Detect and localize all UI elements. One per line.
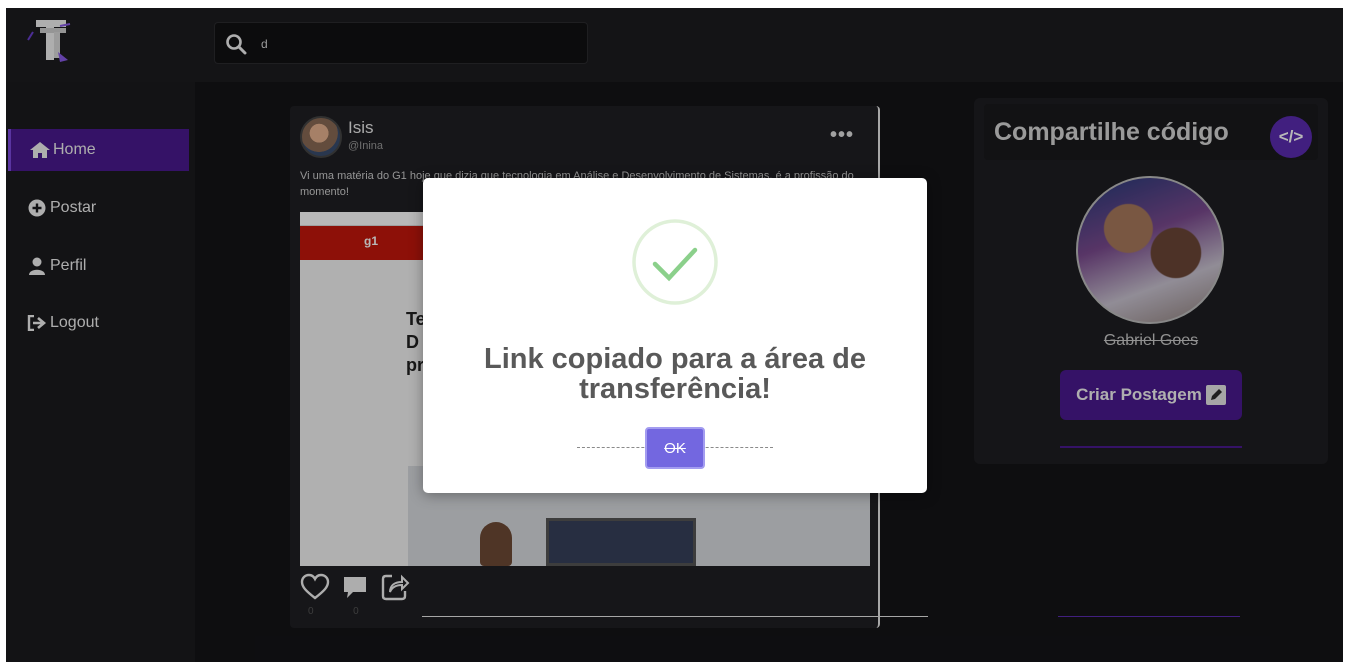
ok-button[interactable]: OK [645, 427, 705, 469]
success-dialog: Link copiado para a área de transferênci… [423, 178, 927, 493]
app-window: Home Postar Perfil Logout Isis @Inina ••… [6, 8, 1343, 662]
success-check-icon [632, 219, 718, 305]
dialog-title: Link copiado para a área de transferênci… [484, 343, 866, 405]
